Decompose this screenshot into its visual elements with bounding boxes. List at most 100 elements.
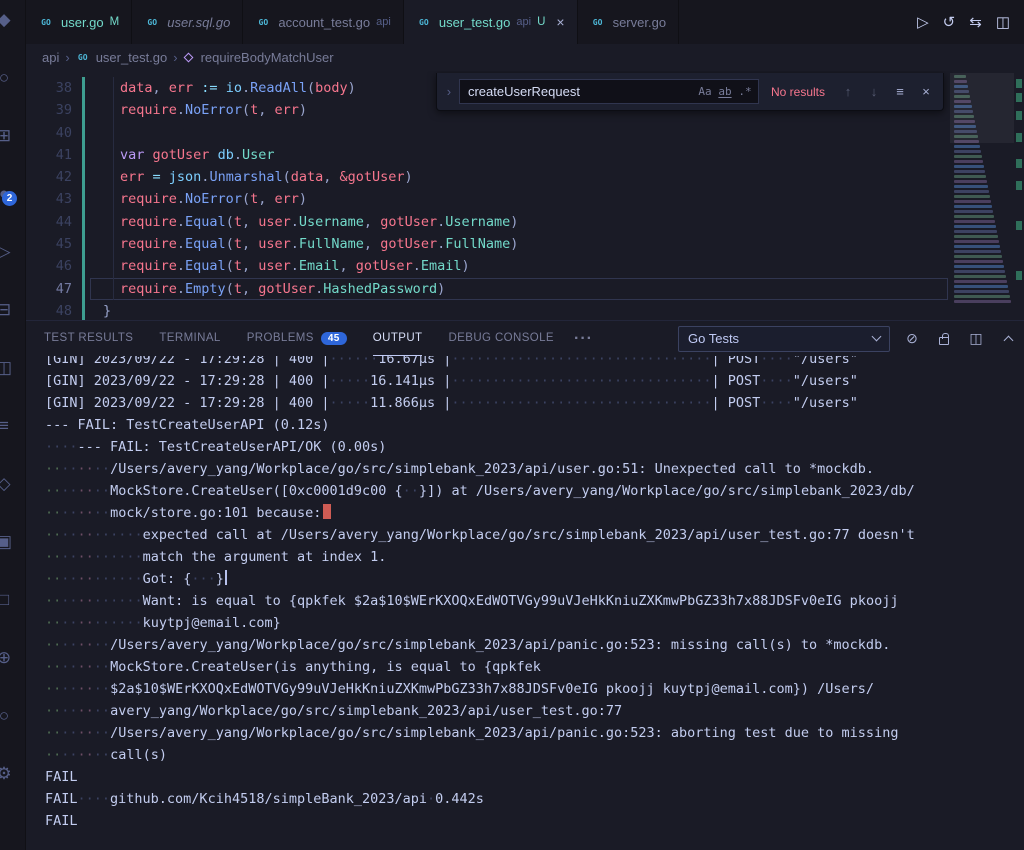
panel-header: TEST RESULTS TERMINAL PROBLEMS 45 OUTPUT DEBU… <box>26 321 1024 356</box>
code-line[interactable]: 45 require.Equal(t, user.FullName, gotUse… <box>26 233 950 256</box>
next-match-icon[interactable]: ↓ <box>863 81 885 103</box>
minimap-line <box>954 165 984 168</box>
code-token: ( <box>241 102 251 119</box>
search-icon[interactable]: ○ <box>0 66 19 92</box>
panel-tab-test-results[interactable]: TEST RESULTS <box>44 321 133 356</box>
code-token: gotUser <box>355 258 413 275</box>
code-token: ReadAll <box>250 80 307 96</box>
vscode-window: ◆○⊞●2▷⊟◫≡◇▣□⊕○⚙ GOuser.goMGOuser.sql.goG… <box>0 0 1024 850</box>
clear-output-icon[interactable]: ⊘ <box>902 329 922 349</box>
code-line[interactable]: 44 require.Equal(t, user.Username, gotUse… <box>26 210 950 234</box>
output-segment: ·· <box>45 461 62 477</box>
docker-icon[interactable]: ◫ <box>0 356 19 382</box>
output-segment: "/users" <box>792 373 858 389</box>
close-tab-icon[interactable]: × <box>556 15 564 29</box>
search-input[interactable]: createUserRequest Aa ab .* <box>458 79 759 104</box>
minimap-line <box>954 230 997 233</box>
output-segment: ·· <box>93 527 111 543</box>
more-panel-tabs-icon[interactable]: ··· <box>574 330 593 348</box>
panel-tab-terminal[interactable]: TERMINAL <box>159 321 220 356</box>
settings-gear-icon[interactable]: ⚙ <box>0 762 19 788</box>
breadcrumb-item[interactable]: api <box>42 50 59 65</box>
output-segment: ·· <box>77 637 94 653</box>
breadcrumb[interactable]: api › GO user_test.go › requireBodyMatchUser <box>26 44 1024 71</box>
output-segment: /Users/avery_yang/Workplace/go/src/simpl… <box>110 637 891 653</box>
code-line[interactable]: 48} <box>26 299 950 320</box>
code-token: t <box>233 258 242 275</box>
output-segment: ·· <box>45 747 62 763</box>
minimap-line <box>954 300 1011 303</box>
database-icon[interactable]: ◇ <box>0 472 19 498</box>
split-editor-icon[interactable]: ◫ <box>996 13 1010 31</box>
ruler-change-mark <box>1016 181 1022 190</box>
previous-match-icon[interactable]: ↑ <box>837 81 859 103</box>
output-segment: ·· <box>77 527 94 543</box>
output-segment: ·· <box>77 725 94 741</box>
compare-changes-icon[interactable]: ⇆ <box>969 13 982 31</box>
git-gutter-added <box>82 77 85 100</box>
chat-icon[interactable]: ⊕ <box>0 646 19 672</box>
tab-account_test.go[interactable]: GO account_test.go api <box>243 0 404 44</box>
extensions-icon[interactable]: ⊞ <box>0 124 19 150</box>
minimap[interactable] <box>950 71 1014 320</box>
minimap-line <box>954 205 992 208</box>
output-segment: ···· <box>760 356 793 367</box>
close-find-icon[interactable]: × <box>915 81 937 103</box>
output-channel-select[interactable]: Go Tests <box>678 325 890 352</box>
code-token: ) <box>298 102 308 119</box>
whole-word-icon[interactable]: ab <box>715 82 735 102</box>
panel-tab-debug-console[interactable]: DEBUG CONSOLE <box>448 321 554 356</box>
breadcrumb-item[interactable]: user_test.go <box>96 50 168 65</box>
minimap-line <box>954 295 1010 298</box>
run-debug-icon[interactable]: ▷ <box>0 240 19 266</box>
code-token: body <box>315 80 348 96</box>
line-number: 39 <box>55 102 72 119</box>
test-explorer-icon[interactable]: ≡ <box>0 414 19 440</box>
breadcrumb-item[interactable]: requireBodyMatchUser <box>201 50 334 65</box>
output-log[interactable]: [GIN] 2023/09/22 - 17:29:28 | 400 |·····… <box>26 356 1024 850</box>
output-segment: ·· <box>61 725 78 741</box>
account-icon[interactable]: ○ <box>0 704 19 730</box>
code-line[interactable]: 41 var gotUser db.User <box>26 143 950 167</box>
minimap-slider[interactable] <box>950 73 1014 143</box>
output-line: [GIN] 2023/09/22 - 17:29:28 | 400 |·····… <box>45 392 1024 414</box>
code-token: . <box>437 213 446 230</box>
code-line[interactable]: 47 require.Empty(t, gotUser.HashedPasswor… <box>26 277 950 301</box>
code-token: Equal <box>185 258 226 275</box>
tab-user.go[interactable]: GO user.go M <box>26 0 133 44</box>
explorer-icon[interactable]: ◆ <box>0 8 19 34</box>
code-token: ( <box>282 169 291 186</box>
panel-tab-output[interactable]: OUTPUT <box>372 321 423 356</box>
tab-user.sql.go[interactable]: GO user.sql.go <box>132 0 244 44</box>
split-panel-icon[interactable]: ◫ <box>966 329 986 349</box>
tab-label: server.go <box>612 14 667 30</box>
code-line[interactable]: 40 <box>26 121 950 144</box>
minimap-line <box>954 255 1002 258</box>
code-line[interactable]: 42 err = json.Unmarshal(data, &gotUser) <box>26 166 950 189</box>
remote-icon[interactable]: ⊟ <box>0 298 19 324</box>
code-line[interactable]: 46 require.Equal(t, user.Email, gotUser.E… <box>26 255 950 278</box>
code-editor[interactable]: 38 data, err := io.ReadAll(body) 39 require… <box>26 71 1024 320</box>
find-in-selection-icon[interactable]: ≡ <box>889 81 911 103</box>
lock-icon[interactable] <box>934 329 954 349</box>
run-icon[interactable]: ▷ <box>917 13 929 31</box>
line-number: 47 <box>55 280 72 297</box>
source-control-icon[interactable]: ●2 <box>0 182 19 208</box>
code-line[interactable]: 43 require.NoError(t, err) <box>26 188 950 211</box>
output-segment: ·· <box>61 703 78 719</box>
code-token: Unmarshal <box>209 169 283 186</box>
maximize-panel-icon[interactable] <box>998 329 1018 349</box>
history-icon[interactable]: ↺ <box>943 13 956 31</box>
output-segment: MockStore.CreateUser([0xc0001d9c00 { <box>110 483 403 499</box>
regex-icon[interactable]: .* <box>735 82 755 102</box>
match-case-icon[interactable]: Aa <box>695 82 715 102</box>
panel-tab-problems[interactable]: PROBLEMS 45 <box>247 321 347 356</box>
bookmark-icon[interactable]: ▣ <box>0 530 19 556</box>
output-segment: ································ <box>451 395 712 411</box>
tab-user_test.go[interactable]: GO user_test.go api U × <box>403 0 578 44</box>
tab-server.go[interactable]: GO server.go <box>577 0 680 44</box>
todo-icon[interactable]: □ <box>0 588 19 614</box>
toggle-replace-icon[interactable]: › <box>443 84 455 99</box>
code-token: data <box>120 80 153 96</box>
